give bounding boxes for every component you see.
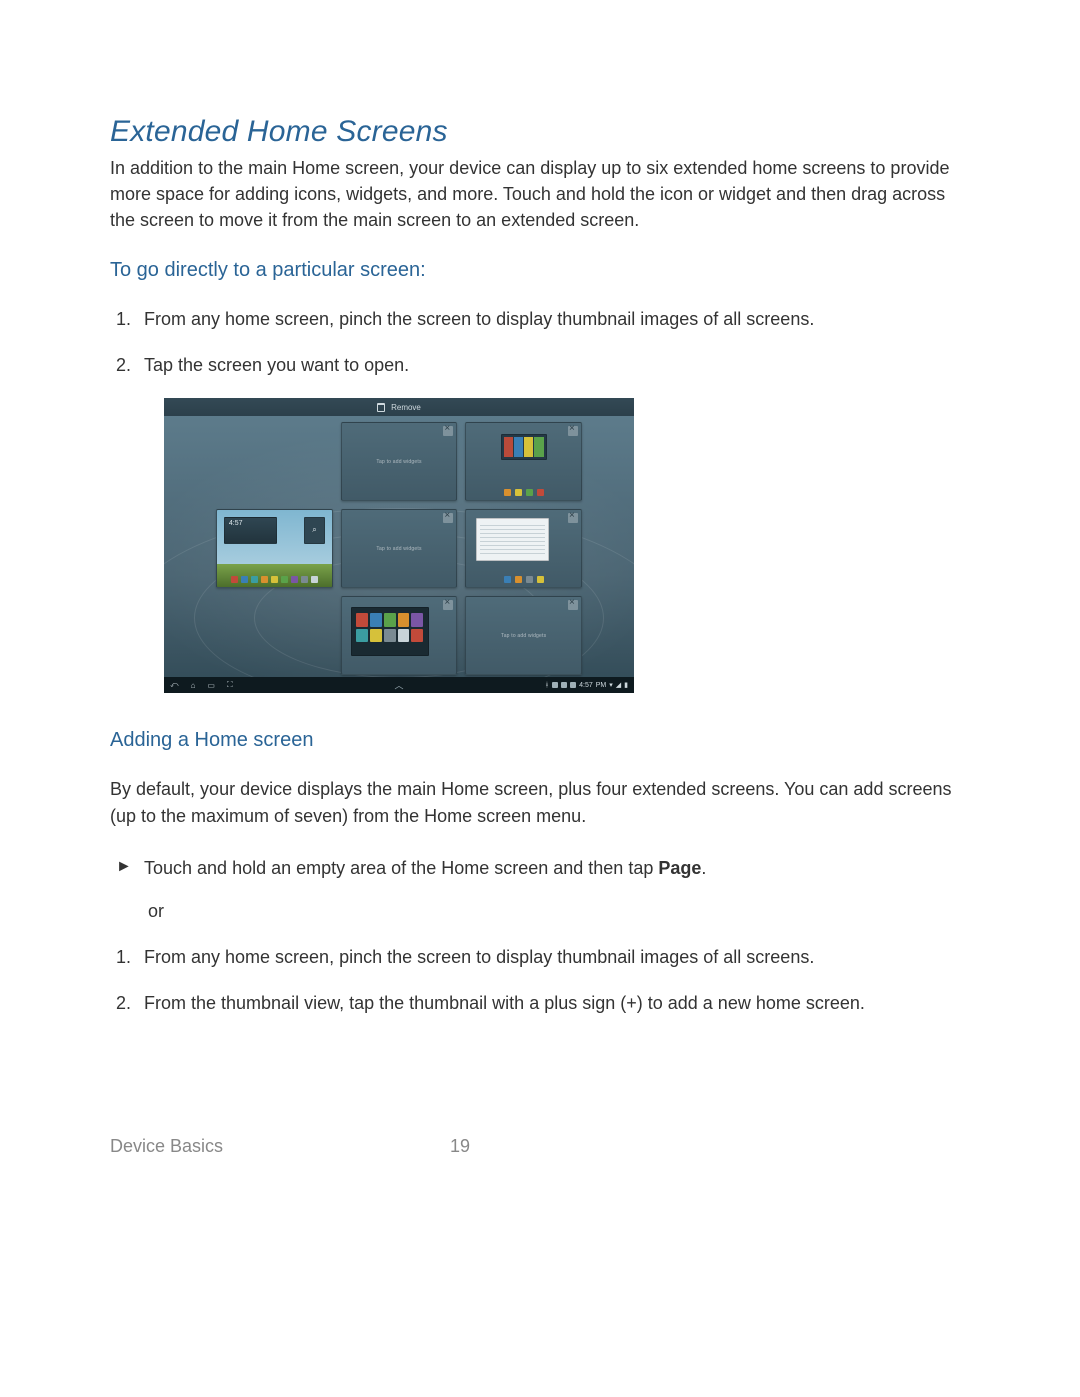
back-icon: ⤺: [170, 680, 179, 690]
close-icon: [443, 600, 453, 610]
topbar-label: Remove: [391, 403, 421, 412]
home-thumbnail-main: 4:57 ⌕: [216, 509, 333, 588]
chevron-up-icon: ︿: [394, 679, 403, 692]
status-icon: [552, 682, 558, 688]
wifi-icon: ▾: [609, 681, 613, 689]
step-text: From the thumbnail view, tap the thumbna…: [144, 993, 865, 1013]
close-icon: [568, 600, 578, 610]
status-icon: [561, 682, 567, 688]
home-thumbnail: [341, 596, 458, 675]
home-icon: ⌂: [191, 681, 196, 690]
recents-icon: ▭: [207, 681, 215, 690]
list-item: 2. From the thumbnail view, tap the thum…: [144, 990, 970, 1016]
screenshot-navbar: ⤺ ⌂ ▭ ⛶ ︿ ᚼ 4:57 PM ▾ ◢ ▮: [164, 677, 634, 693]
bullet-item: ► Touch and hold an empty area of the Ho…: [144, 855, 970, 881]
home-thumbnail: [465, 422, 582, 501]
signal-icon: ◢: [616, 681, 621, 689]
screenshot-topbar: Remove: [164, 398, 634, 416]
triangle-marker-icon: ►: [116, 855, 132, 878]
search-icon: ⌕: [312, 525, 316, 535]
footer-section-name: Device Basics: [110, 1136, 450, 1157]
battery-icon: ▮: [624, 681, 628, 689]
subheading-go-to-screen: To go directly to a particular screen:: [110, 259, 970, 282]
status-icon: [570, 682, 576, 688]
list-item: 2. Tap the screen you want to open.: [144, 352, 970, 378]
close-icon: [568, 426, 578, 436]
bullet-text-suffix: .: [701, 858, 706, 878]
trash-icon: [377, 403, 385, 412]
step-text: From any home screen, pinch the screen t…: [144, 947, 814, 967]
or-separator: or: [148, 901, 970, 922]
bullet-text-prefix: Touch and hold an empty area of the Home…: [144, 858, 658, 878]
close-icon: [443, 513, 453, 523]
home-thumbnail: [465, 509, 582, 588]
bullet-text-bold: Page: [658, 858, 701, 878]
step-text: From any home screen, pinch the screen t…: [144, 309, 814, 329]
steps-go-to-screen: 1. From any home screen, pinch the scree…: [110, 306, 970, 378]
clock-widget-time: 4:57: [229, 520, 243, 527]
home-thumbnail: Tap to add widgets: [465, 596, 582, 675]
list-item: 1. From any home screen, pinch the scree…: [144, 306, 970, 332]
page-footer: Device Basics 19: [110, 1136, 970, 1157]
list-item: 1. From any home screen, pinch the scree…: [144, 944, 970, 970]
close-icon: [568, 513, 578, 523]
capture-icon: ⛶: [227, 680, 233, 690]
home-thumbnail: Tap to add widgets: [341, 422, 458, 501]
intro-paragraph: In addition to the main Home screen, you…: [110, 155, 970, 233]
steps-adding-screen: 1. From any home screen, pinch the scree…: [110, 944, 970, 1016]
bluetooth-icon: ᚼ: [545, 682, 549, 689]
subheading-adding-screen: Adding a Home screen: [110, 729, 970, 752]
home-thumbnail: Tap to add widgets: [341, 509, 458, 588]
screenshot-thumbnail-overview: Remove Tap to add widgets: [164, 398, 970, 693]
section2-intro-paragraph: By default, your device displays the mai…: [110, 776, 970, 828]
page-title: Extended Home Screens: [110, 115, 970, 149]
navbar-time: 4:57: [579, 682, 593, 689]
step-text: Tap the screen you want to open.: [144, 355, 409, 375]
footer-page-number: 19: [450, 1136, 470, 1157]
close-icon: [443, 426, 453, 436]
navbar-ampm: PM: [596, 682, 607, 689]
